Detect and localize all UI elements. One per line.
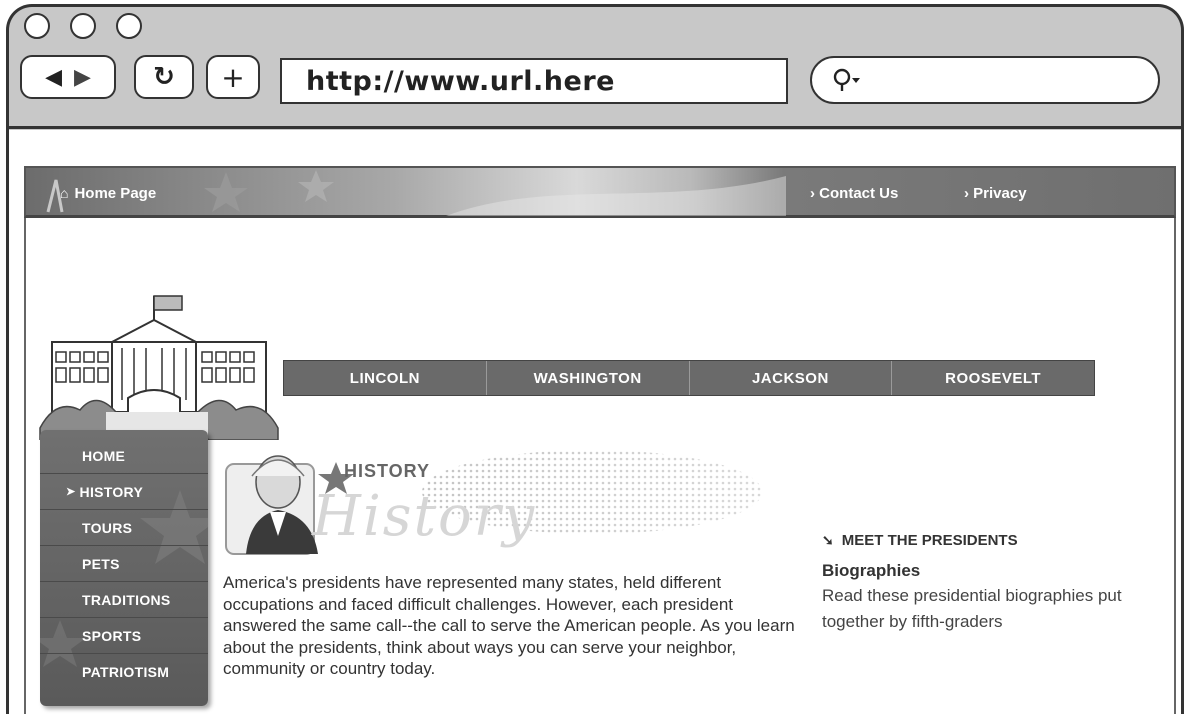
privacy-label: › Privacy bbox=[964, 184, 1027, 202]
forward-icon[interactable]: ▶ bbox=[74, 65, 91, 90]
home-icon: ⌂ bbox=[60, 185, 69, 201]
window-left-edge bbox=[6, 129, 9, 714]
history-script-text: History bbox=[312, 484, 537, 549]
minimize-window-button[interactable] bbox=[70, 13, 96, 39]
contact-us-link[interactable]: › Contact Us bbox=[810, 168, 898, 218]
url-bar[interactable]: http://www.url.here bbox=[280, 58, 788, 104]
history-heading: HISTORY bbox=[344, 461, 431, 481]
site-right-border bbox=[1174, 218, 1176, 714]
search-bar[interactable] bbox=[810, 56, 1160, 104]
arrow-down-right-icon: ➘ bbox=[822, 532, 834, 548]
tab-jackson[interactable]: JACKSON bbox=[688, 361, 892, 395]
sidebar-item-pets[interactable]: PETS bbox=[40, 546, 208, 582]
url-text: http://www.url.here bbox=[306, 65, 615, 97]
biographies-description: Read these presidential biographies put … bbox=[822, 586, 1122, 631]
sidebar-item-traditions[interactable]: TRADITIONS bbox=[40, 582, 208, 618]
site-left-border bbox=[24, 218, 26, 714]
new-tab-button[interactable]: + bbox=[206, 55, 260, 99]
chrome-divider bbox=[6, 126, 1184, 129]
sidebar-item-sports[interactable]: SPORTS bbox=[40, 618, 208, 654]
president-tabs: LINCOLN WASHINGTON JACKSON ROOSEVELT bbox=[283, 360, 1095, 396]
tab-lincoln[interactable]: LINCOLN bbox=[284, 361, 486, 395]
white-house-logo bbox=[39, 295, 279, 440]
back-icon[interactable]: ◀ bbox=[45, 65, 62, 90]
home-page-link[interactable]: ⌂ Home Page bbox=[60, 168, 156, 218]
intro-paragraph: America's presidents have represented ma… bbox=[223, 573, 795, 678]
biographies-title[interactable]: Biographies bbox=[822, 561, 920, 581]
reload-icon: ↻ bbox=[153, 62, 175, 92]
close-window-button[interactable] bbox=[24, 13, 50, 39]
sidebar-nav: HOME ➤ HISTORY TOURS PETS TRADITIONS SPO… bbox=[40, 430, 208, 706]
sidebar-item-history[interactable]: ➤ HISTORY bbox=[40, 474, 208, 510]
tab-roosevelt[interactable]: ROOSEVELT bbox=[891, 361, 1094, 395]
sidebar-item-tours[interactable]: TOURS bbox=[40, 510, 208, 546]
window-right-edge bbox=[1181, 129, 1184, 714]
reload-button[interactable]: ↻ bbox=[134, 55, 194, 99]
sidebar-item-history-label: HISTORY bbox=[79, 483, 144, 500]
plus-icon: + bbox=[221, 60, 245, 94]
privacy-link[interactable]: › Privacy bbox=[964, 168, 1027, 218]
contact-us-label: › Contact Us bbox=[810, 184, 899, 202]
sidebar-item-patriotism[interactable]: PATRIOTISM bbox=[40, 654, 208, 690]
site-top-bar: ⌂ Home Page › Contact Us › Privacy bbox=[24, 166, 1176, 218]
maximize-window-button[interactable] bbox=[116, 13, 142, 39]
home-page-label: Home Page bbox=[74, 184, 157, 202]
meet-presidents-label: MEET THE PRESIDENTS bbox=[841, 532, 1018, 549]
back-forward-group: ◀ ▶ bbox=[20, 55, 116, 99]
search-icon bbox=[833, 68, 860, 91]
tab-washington[interactable]: WASHINGTON bbox=[485, 361, 689, 395]
meet-presidents-heading[interactable]: ➘ MEET THE PRESIDENTS bbox=[822, 532, 1018, 549]
active-arrow-icon: ➤ bbox=[66, 486, 76, 498]
sidebar-item-home[interactable]: HOME bbox=[40, 438, 208, 474]
